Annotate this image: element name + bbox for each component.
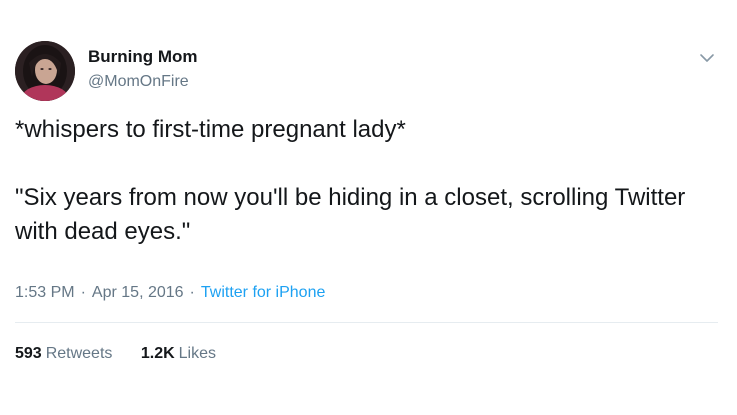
author-handle[interactable]: @MomOnFire: [88, 72, 189, 92]
retweets-count: 593: [15, 345, 42, 362]
likes-label: Likes: [178, 345, 217, 362]
separator-dot: ·: [80, 284, 86, 301]
retweets-label: Retweets: [45, 345, 113, 362]
tweet-time[interactable]: 1:53 PM: [15, 284, 75, 301]
author-name[interactable]: Burning Mom: [88, 47, 198, 67]
divider: [15, 322, 718, 323]
tweet-card: Burning Mom @MomOnFire *whispers to firs…: [0, 0, 737, 415]
likes-stat[interactable]: 1.2K Likes: [141, 344, 216, 364]
tweet-text-line-2: "Six years from now you'll be hiding in …: [15, 184, 686, 245]
tweet-date[interactable]: Apr 15, 2016: [92, 284, 184, 301]
profile-photo-icon: [15, 41, 75, 101]
tweet-source-link[interactable]: Twitter for iPhone: [201, 284, 326, 301]
tweet-text-line-1: *whispers to first-time pregnant lady*: [15, 116, 406, 143]
tweet-stats: 593 Retweets 1.2K Likes: [15, 344, 240, 364]
separator-dot-2: ·: [189, 284, 195, 301]
tweet-metadata: 1:53 PM · Apr 15, 2016 · Twitter for iPhone: [15, 283, 325, 303]
avatar[interactable]: [15, 41, 75, 101]
likes-count: 1.2K: [140, 345, 175, 362]
tweet-text: *whispers to first-time pregnant lady* "…: [15, 113, 715, 249]
retweets-stat[interactable]: 593 Retweets: [15, 344, 112, 364]
chevron-down-icon[interactable]: [696, 47, 718, 69]
